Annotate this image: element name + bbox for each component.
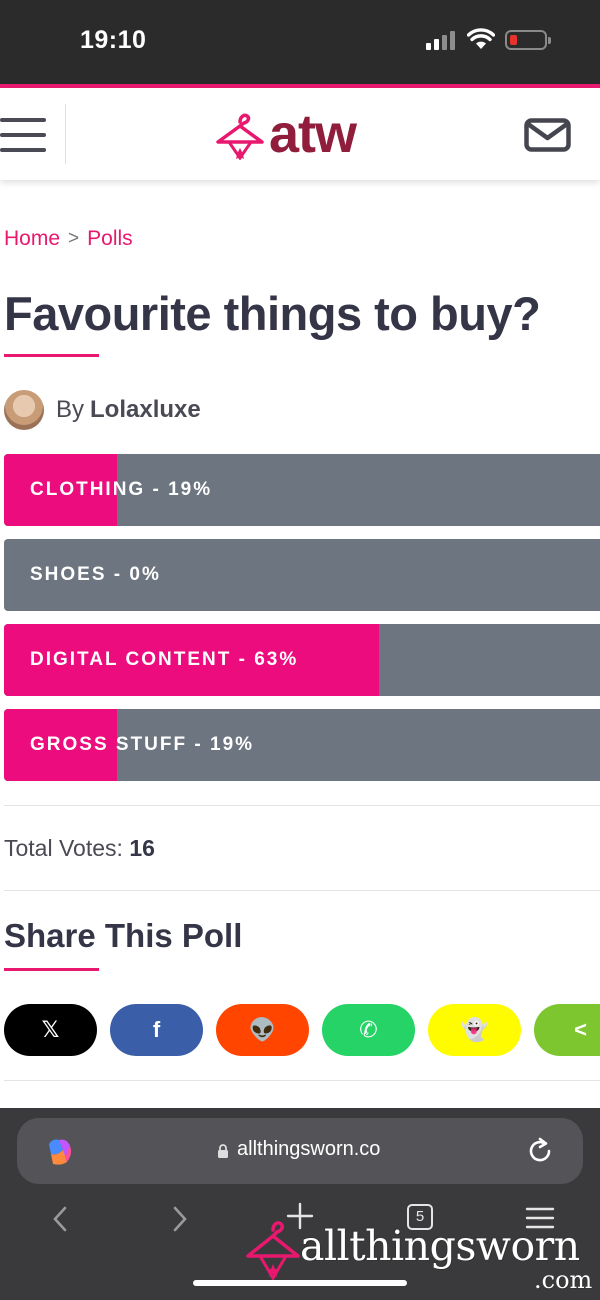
total-votes: Total Votes: 16 xyxy=(4,835,155,862)
reddit-icon: 👽 xyxy=(248,1017,277,1042)
share-share-button[interactable]: < xyxy=(534,1004,600,1056)
share-title-underline xyxy=(4,968,99,971)
author-name-link[interactable]: Lolaxluxe xyxy=(90,396,201,424)
poll-option-label: DIGITAL CONTENT - 63% xyxy=(30,649,299,670)
breadcrumb-polls-link[interactable]: Polls xyxy=(87,227,133,251)
poll-option-label: GROSS STUFF - 19% xyxy=(30,734,255,755)
breadcrumb-separator: > xyxy=(68,228,80,249)
address-bar[interactable]: allthingsworn.co xyxy=(17,1118,583,1184)
poll-results: CLOTHING - 19% SHOES - 0% DIGITAL CONTENT … xyxy=(4,454,600,794)
url-display: allthingsworn.co xyxy=(217,1138,380,1161)
battery-icon xyxy=(505,30,551,50)
poll-option-label: SHOES - 0% xyxy=(30,564,161,585)
site-header: atw xyxy=(0,84,600,180)
copilot-icon[interactable] xyxy=(43,1136,75,1168)
watermark-hanger-icon xyxy=(246,1221,300,1281)
site-logo[interactable]: atw xyxy=(215,104,357,164)
author-byline: By Lolaxluxe xyxy=(4,390,201,430)
share-facebook-button[interactable]: f xyxy=(110,1004,203,1056)
back-icon[interactable] xyxy=(50,1204,70,1234)
poll-option-label: CLOTHING - 19% xyxy=(30,479,213,500)
hanger-logo-icon xyxy=(216,113,264,160)
total-votes-label: Total Votes: xyxy=(4,835,123,861)
breadcrumb: Home > Polls xyxy=(4,227,133,251)
poll-option: GROSS STUFF - 19% xyxy=(4,709,600,781)
whatsapp-icon: ✆ xyxy=(359,1017,378,1042)
divider xyxy=(4,890,600,891)
divider xyxy=(4,1080,600,1081)
forward-icon[interactable] xyxy=(170,1204,190,1234)
hamburger-menu-icon[interactable] xyxy=(0,118,48,154)
author-prefix: By xyxy=(56,396,85,423)
breadcrumb-home-link[interactable]: Home xyxy=(4,227,60,251)
wifi-icon xyxy=(467,28,495,49)
share-reddit-button[interactable]: 👽 xyxy=(216,1004,309,1056)
url-text: allthingsworn.co xyxy=(237,1138,381,1160)
logo-text: atw xyxy=(269,104,357,164)
watermark-text: allthingsworn xyxy=(300,1222,580,1270)
x-icon: 𝕏 xyxy=(41,1017,60,1042)
facebook-icon: f xyxy=(152,1017,161,1042)
page-title: Favourite things to buy? xyxy=(4,287,541,340)
status-time: 19:10 xyxy=(80,26,147,54)
poll-option: CLOTHING - 19% xyxy=(4,454,600,526)
share-buttons: 𝕏f 👽 ✆ 👻 < xyxy=(4,1004,600,1056)
poll-option: DIGITAL CONTENT - 63% xyxy=(4,624,600,696)
avatar[interactable] xyxy=(4,390,44,430)
divider xyxy=(4,805,600,806)
snapchat-icon: 👻 xyxy=(460,1017,489,1042)
home-indicator xyxy=(193,1280,407,1286)
share-snapchat-button[interactable]: 👻 xyxy=(428,1004,521,1056)
status-bar: 19:10 xyxy=(0,0,600,84)
lock-icon xyxy=(217,1142,229,1158)
header-divider xyxy=(65,104,66,164)
share-whatsapp-button[interactable]: ✆ xyxy=(322,1004,415,1056)
mail-icon[interactable] xyxy=(524,118,571,152)
share-x-button[interactable]: 𝕏 xyxy=(4,1004,97,1056)
watermark-suffix: .com xyxy=(534,1266,593,1294)
share-icon: < xyxy=(574,1017,587,1042)
cellular-signal-icon xyxy=(426,30,458,50)
total-votes-count: 16 xyxy=(129,835,155,861)
reload-icon[interactable] xyxy=(525,1136,555,1166)
share-title: Share This Poll xyxy=(4,917,243,954)
title-underline xyxy=(4,354,99,357)
poll-option: SHOES - 0% xyxy=(4,539,600,611)
